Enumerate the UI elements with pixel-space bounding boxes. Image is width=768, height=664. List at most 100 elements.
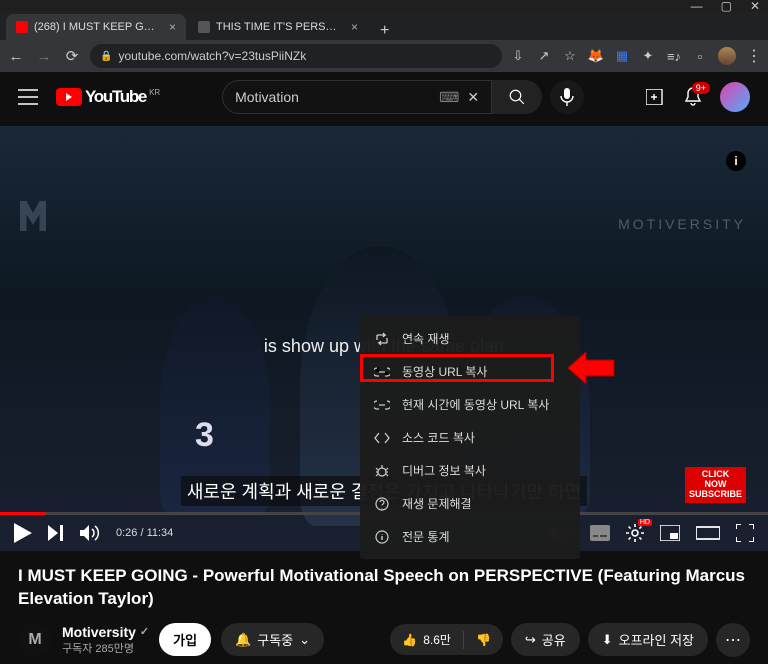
code-icon [374, 430, 390, 446]
share-label: 공유 [542, 630, 566, 649]
download-label: 오프라인 저장 [619, 630, 694, 649]
notifications-button[interactable]: 9+ [684, 87, 702, 107]
ctx-label: 전문 통계 [402, 528, 450, 545]
ctx-label: 디버그 정보 복사 [402, 462, 486, 479]
panel-icon[interactable]: ▫ [692, 48, 708, 64]
fullscreen-button[interactable] [736, 524, 754, 542]
youtube-favicon [16, 21, 28, 33]
search-input[interactable]: Motivation ⌨ ✕ [222, 80, 492, 114]
lock-icon: 🔒 [100, 51, 112, 62]
thumbs-up-icon: 👍 [402, 633, 417, 647]
close-icon[interactable]: × [169, 20, 176, 34]
like-dislike-group: 👍 8.6만 👎 [390, 624, 503, 655]
channel-watermark-text: MOTIVERSITY [618, 216, 746, 232]
ctx-copy-url[interactable]: 동영상 URL 복사 [360, 355, 580, 388]
settings-button[interactable]: HD [626, 524, 644, 542]
miniplayer-button[interactable] [660, 525, 680, 541]
header-right: 9+ [646, 82, 750, 112]
ctx-copy-url-time[interactable]: 현재 시간에 동영상 URL 복사 [360, 388, 580, 421]
share-button[interactable]: ↪ 공유 [511, 623, 580, 656]
notification-badge: 9+ [692, 82, 710, 94]
channel-avatar[interactable]: M [18, 623, 52, 657]
volume-button[interactable] [80, 524, 100, 542]
theater-button[interactable] [696, 525, 720, 541]
join-button[interactable]: 가입 [159, 623, 211, 656]
ctx-label: 현재 시간에 동영상 URL 복사 [402, 396, 549, 413]
forward-button[interactable]: → [34, 48, 54, 65]
share-icon: ↪ [525, 632, 536, 648]
ctx-label: 동영상 URL 복사 [402, 363, 487, 380]
subscribe-overlay[interactable]: CLICK NOW SUBSCRIBE [685, 467, 746, 503]
new-tab-button[interactable]: + [370, 22, 399, 40]
captions-button[interactable] [590, 525, 610, 541]
voice-search-button[interactable] [550, 80, 584, 114]
subscribe-label: 구독중 [257, 630, 293, 649]
hamburger-menu-icon[interactable] [18, 89, 38, 105]
channel-info: Motiversity ✓ 구독자 285만명 [62, 624, 149, 656]
window-maximize[interactable]: ▢ [721, 0, 732, 13]
profile-icon[interactable] [718, 47, 736, 65]
time-display: 0:26 / 11:34 [116, 527, 173, 539]
channel-name[interactable]: Motiversity [62, 624, 136, 640]
like-button[interactable]: 👍 8.6만 [390, 624, 463, 655]
info-card-icon[interactable]: i [726, 151, 746, 171]
search-text: Motivation [235, 89, 431, 105]
extension-square-icon[interactable]: ▦ [614, 48, 630, 64]
extension-fox-icon[interactable]: 🦊 [588, 48, 604, 64]
youtube-region: KR [149, 88, 160, 97]
url-text: youtube.com/watch?v=23tusPiiNZk [118, 49, 306, 63]
playlist-icon[interactable]: ≡♪ [666, 48, 682, 64]
ctx-stats[interactable]: 전문 통계 [360, 520, 580, 553]
thumbs-down-icon: 👎 [476, 633, 491, 647]
ctx-label: 소스 코드 복사 [402, 429, 475, 446]
youtube-logo-text: YouTube [85, 87, 146, 107]
video-player[interactable]: 3 MOTIVERSITY is show up with the same p… [0, 126, 768, 551]
window-close[interactable]: ✕ [750, 0, 760, 13]
ctx-copy-embed[interactable]: 소스 코드 복사 [360, 421, 580, 454]
create-button[interactable] [646, 89, 666, 105]
ctx-copy-debug[interactable]: 디버그 정보 복사 [360, 454, 580, 487]
browser-tab-active[interactable]: (268) I MUST KEEP GOING - Po… × [6, 14, 186, 40]
window-minimize[interactable]: — [691, 0, 703, 13]
player-context-menu: 연속 재생 동영상 URL 복사 현재 시간에 동영상 URL 복사 소스 코드… [360, 316, 580, 559]
browser-tab-inactive[interactable]: THIS TIME IT'S PERSONAL - Po… × [188, 14, 368, 40]
close-icon[interactable]: × [351, 20, 358, 34]
ctx-troubleshoot[interactable]: 재생 문제해결 [360, 487, 580, 520]
favicon [198, 21, 210, 33]
youtube-logo[interactable]: YouTube KR [56, 87, 160, 107]
hd-badge: HD [638, 519, 652, 526]
more-actions-button[interactable]: ⋯ [716, 623, 750, 657]
reload-button[interactable]: ⟳ [62, 47, 82, 65]
ctx-loop[interactable]: 연속 재생 [360, 322, 580, 355]
search-container: Motivation ⌨ ✕ [178, 80, 628, 114]
bell-icon: 🔔 [235, 632, 251, 648]
share-icon[interactable]: ↗ [536, 48, 552, 64]
browser-menu-icon[interactable]: ⋮ [746, 46, 762, 66]
link-icon [374, 364, 390, 380]
back-button[interactable]: ← [6, 48, 26, 65]
link-time-icon [374, 397, 390, 413]
install-icon[interactable]: ⇩ [510, 48, 526, 64]
tab-title: (268) I MUST KEEP GOING - Po… [34, 21, 163, 33]
download-button[interactable]: ⬇ 오프라인 저장 [588, 623, 708, 656]
ctx-label: 연속 재생 [402, 330, 450, 347]
subscribe-button[interactable]: 🔔 구독중 ⌄ [221, 623, 324, 656]
bookmark-star-icon[interactable]: ☆ [562, 48, 578, 64]
like-count: 8.6만 [423, 631, 451, 648]
ctx-label: 재생 문제해결 [402, 495, 472, 512]
keyboard-icon[interactable]: ⌨ [439, 89, 459, 106]
help-icon [374, 496, 390, 512]
search-button[interactable] [492, 80, 542, 114]
channel-watermark-icon [20, 201, 46, 231]
extensions-puzzle-icon[interactable]: ✦ [640, 48, 656, 64]
youtube-play-icon [56, 88, 82, 106]
bug-icon [374, 463, 390, 479]
clear-search-icon[interactable]: ✕ [467, 89, 479, 106]
dislike-button[interactable]: 👎 [464, 626, 503, 654]
next-button[interactable] [48, 525, 64, 541]
account-avatar[interactable] [720, 82, 750, 112]
address-bar[interactable]: 🔒 youtube.com/watch?v=23tusPiiNZk [90, 44, 502, 68]
browser-toolbar: ← → ⟳ 🔒 youtube.com/watch?v=23tusPiiNZk … [0, 40, 768, 72]
tab-title: THIS TIME IT'S PERSONAL - Po… [216, 21, 345, 33]
play-button[interactable] [14, 523, 32, 543]
